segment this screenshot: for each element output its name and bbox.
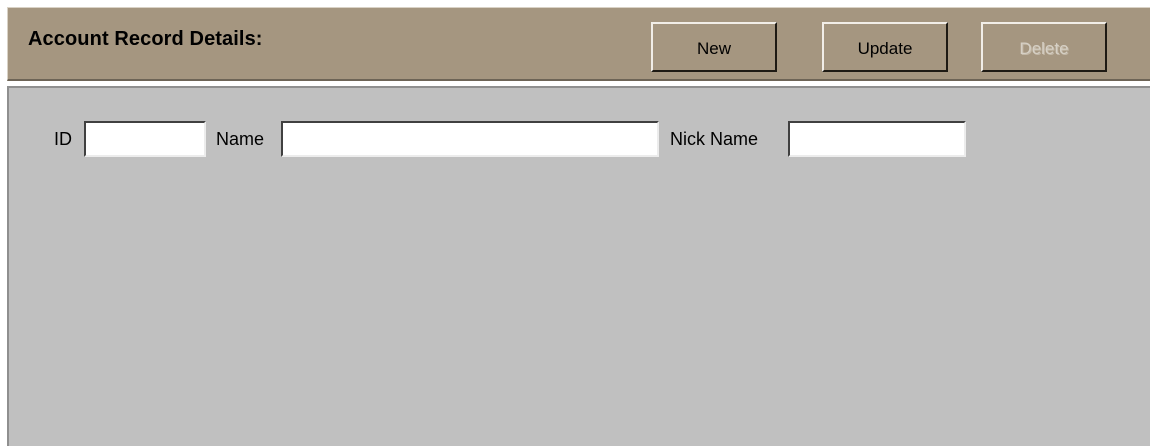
page-title: Account Record Details: xyxy=(28,28,263,50)
account-record-window: Account Record Details: New Update Delet… xyxy=(0,0,1150,446)
header-bar: Account Record Details: New Update Delet… xyxy=(7,7,1150,81)
form-panel: ID Name Nick Name xyxy=(7,86,1150,446)
new-button[interactable]: New xyxy=(651,22,777,72)
nick-name-label: Nick Name xyxy=(670,129,759,149)
name-field[interactable] xyxy=(281,121,659,157)
nick-name-field[interactable] xyxy=(788,121,966,157)
id-label: ID xyxy=(54,129,72,149)
delete-button: Delete xyxy=(981,22,1107,72)
name-label: Name xyxy=(216,129,265,149)
id-field[interactable] xyxy=(84,121,206,157)
update-button[interactable]: Update xyxy=(822,22,948,72)
